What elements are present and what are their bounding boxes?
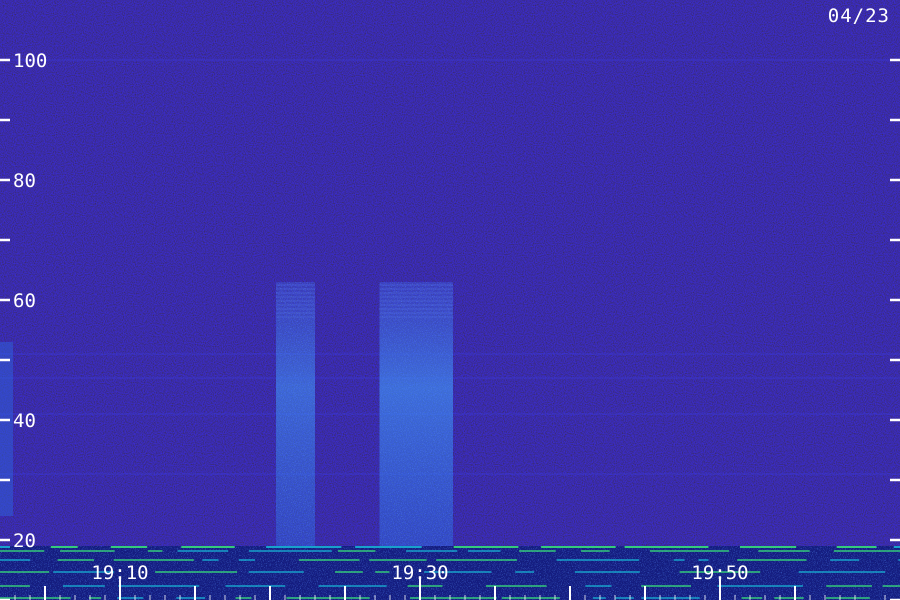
burst-speckle [276, 282, 315, 546]
y-tick-label: 60 [13, 290, 36, 312]
spectrogram: 100 80 60 40 20 19:10 19:30 19:50 [0, 0, 900, 600]
y-tick-label: 40 [13, 410, 36, 432]
x-tick-label: 19:30 [391, 562, 448, 584]
burst-speckle [379, 282, 453, 546]
x-tick-label: 19:50 [691, 562, 748, 584]
date-label: 04/23 [827, 5, 890, 27]
y-tick-label: 20 [13, 530, 36, 552]
x-tick-label: 19:10 [91, 562, 148, 584]
spectrogram-panel: 100 80 60 40 20 19:10 19:30 19:50 04/23 [0, 0, 900, 600]
y-tick-label: 100 [13, 50, 47, 72]
y-tick-label: 80 [13, 170, 36, 192]
left-edge-band [0, 342, 13, 516]
